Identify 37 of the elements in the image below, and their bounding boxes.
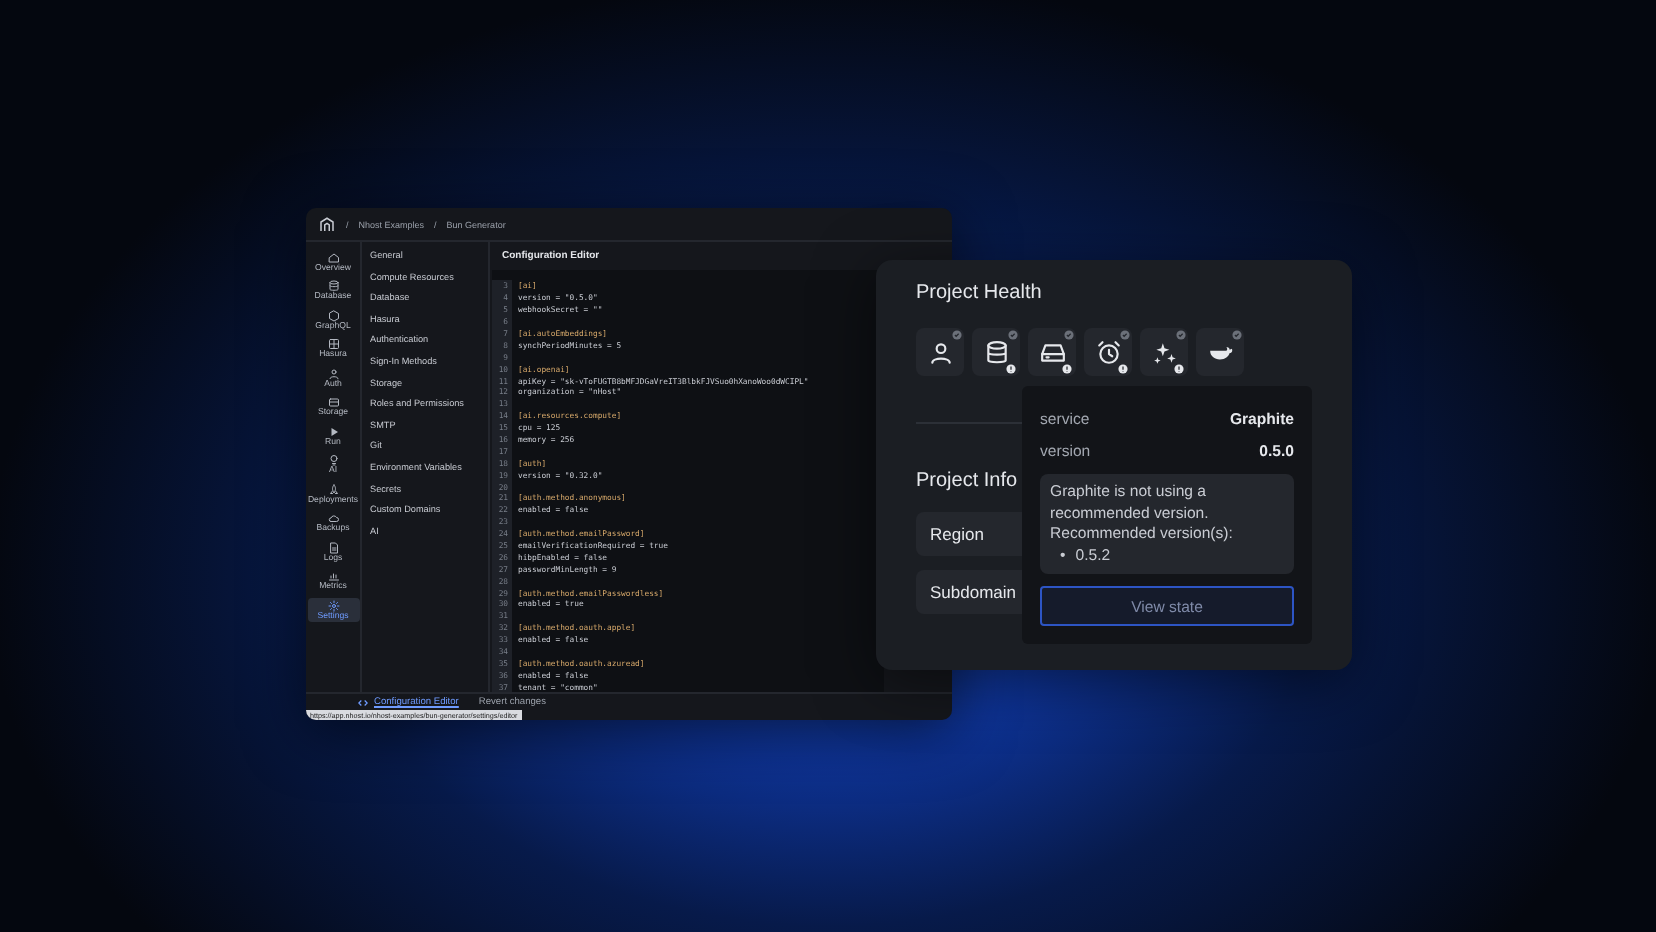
code-icon	[358, 698, 368, 708]
bulb-icon	[327, 454, 339, 467]
home-icon	[327, 252, 339, 264]
database-icon	[983, 339, 1009, 365]
service-tile[interactable]	[916, 328, 964, 376]
code-editor[interactable]	[492, 270, 884, 693]
check-badge-icon	[1176, 330, 1186, 340]
check-badge-icon	[952, 330, 962, 340]
database-icon	[327, 280, 339, 293]
check-badge-icon	[1008, 330, 1018, 340]
hexagon-icon	[327, 309, 339, 322]
check-badge-icon	[1120, 330, 1130, 340]
service-tile[interactable]	[1140, 328, 1188, 376]
info-row: Region	[916, 512, 1022, 556]
service-tile[interactable]	[1028, 328, 1076, 376]
check-badge-icon	[1064, 330, 1074, 340]
info-row: Subdomain	[916, 570, 1022, 614]
alarm-clock-icon	[1095, 339, 1121, 365]
service-tile[interactable]	[1196, 328, 1244, 376]
settings-icon	[327, 599, 339, 612]
document-icon	[327, 541, 339, 554]
section-title: Project Info	[916, 470, 1018, 492]
service-tile[interactable]	[972, 328, 1020, 376]
chart-icon	[327, 570, 339, 583]
service-tile[interactable]	[1084, 328, 1132, 376]
check-badge-icon	[1232, 330, 1242, 340]
logo-icon	[318, 215, 336, 233]
grid-icon	[327, 338, 339, 351]
play-icon	[327, 425, 339, 438]
user-icon	[927, 339, 953, 365]
box-icon	[327, 396, 339, 409]
user-icon	[327, 367, 339, 380]
drive-icon	[1039, 339, 1065, 365]
sparkles-icon	[1151, 339, 1177, 365]
rocket-icon	[327, 483, 339, 496]
panel-title: Project Health	[916, 282, 1044, 304]
cloud-icon	[327, 512, 339, 525]
